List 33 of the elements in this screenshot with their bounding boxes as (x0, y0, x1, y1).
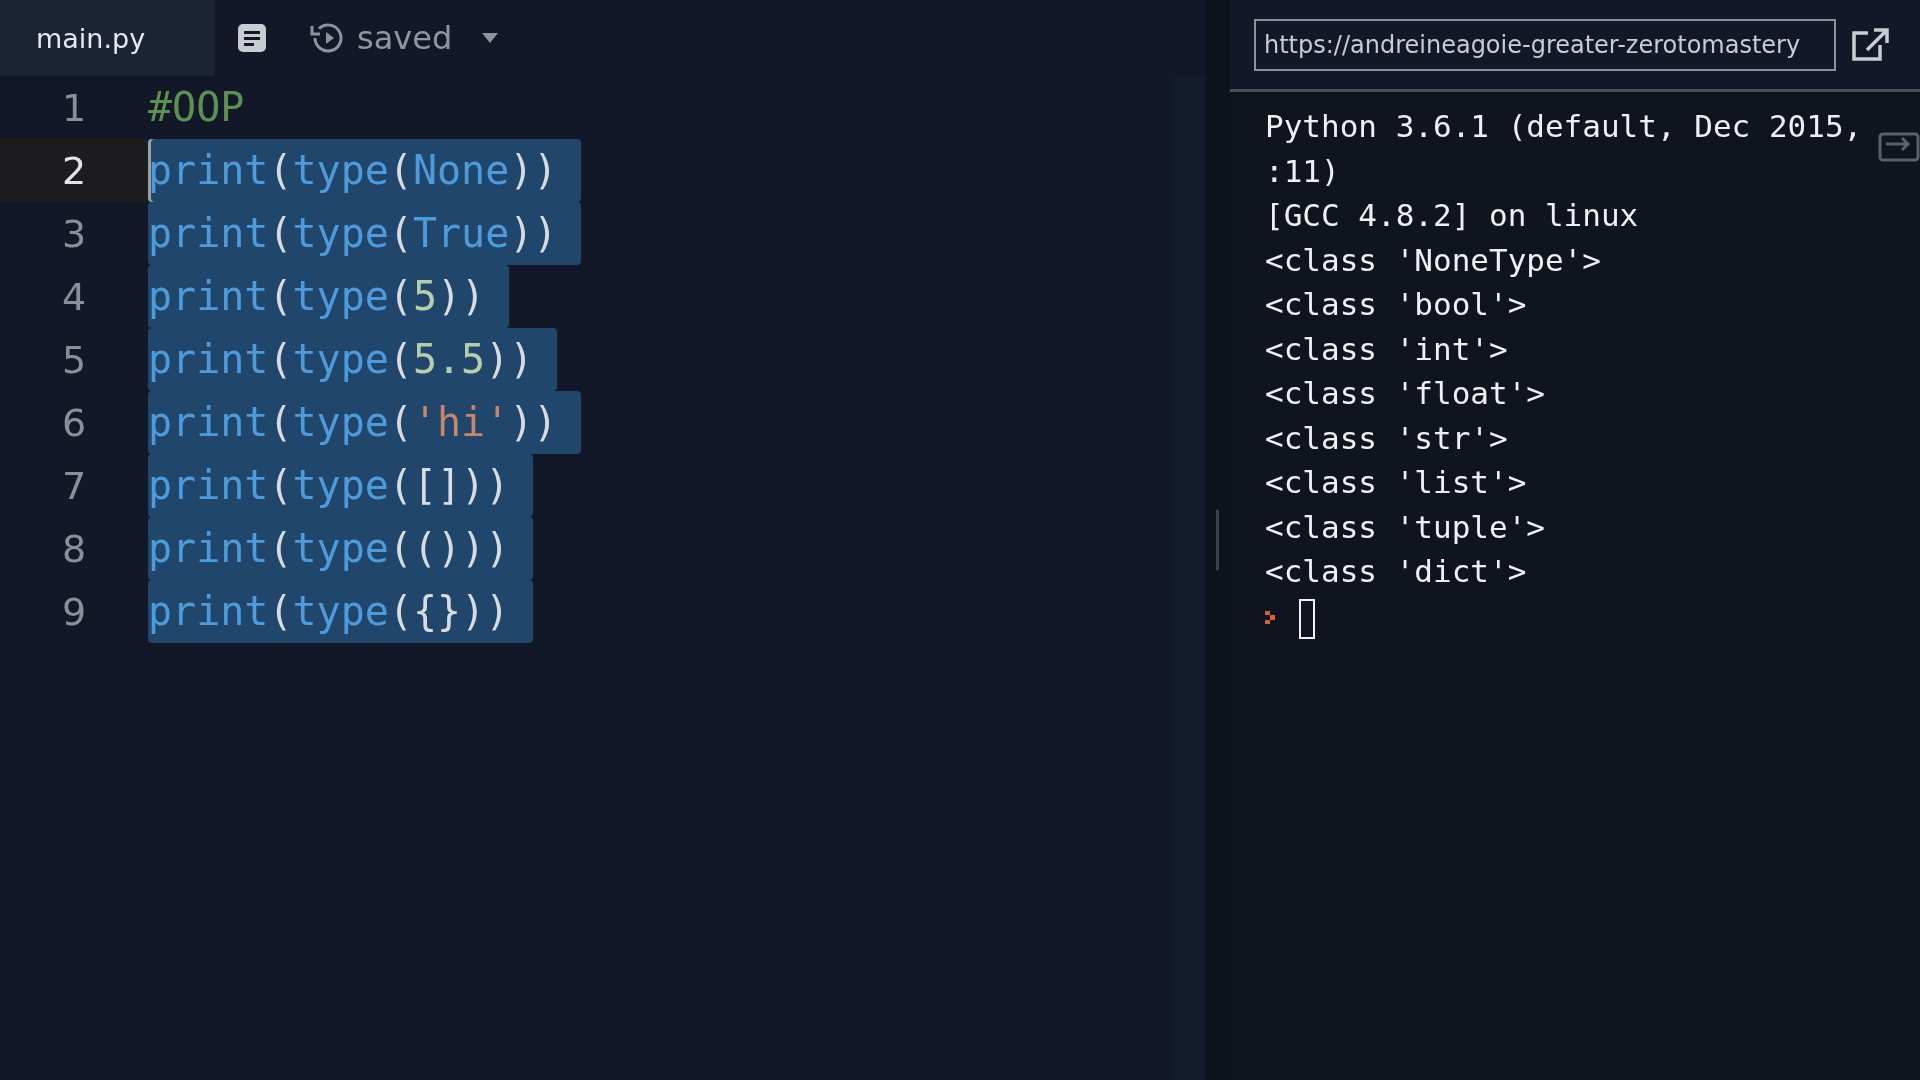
console-output-line: <class 'str'> (1265, 418, 1508, 458)
console-output-line: <class 'NoneType'> (1265, 240, 1601, 280)
resize-handle[interactable] (1216, 510, 1219, 570)
caret-icon (482, 33, 499, 43)
line-number: 9 (61, 588, 88, 636)
text-cursor (1299, 598, 1315, 639)
line-number: 4 (61, 273, 88, 321)
save-status: saved (357, 19, 453, 57)
line-number: 5 (61, 336, 88, 384)
line-number: 7 (61, 462, 88, 510)
file-tab[interactable]: main.py (0, 0, 215, 76)
document-icon (237, 23, 267, 53)
dropdown-button[interactable] (482, 33, 499, 43)
url-field[interactable]: https://andreineagoie-greater-zerotomastery (1254, 18, 1836, 71)
console-output-line: <class 'tuple'> (1265, 507, 1545, 547)
console-output-line: <class 'list'> (1265, 463, 1527, 502)
external-link-icon (1850, 26, 1890, 63)
console-output-line: <class 'int'> (1265, 329, 1508, 369)
line-number: 3 (61, 210, 88, 258)
line-number: 1 (61, 84, 88, 132)
console-output-line: <class 'float'> (1265, 374, 1545, 413)
line-number: 6 (61, 399, 88, 447)
files-button[interactable] (237, 23, 267, 53)
console-output-line: <class 'bool'> (1265, 285, 1527, 324)
line-number: 2 (0, 139, 148, 202)
console-output-line: [GCC 4.8.2] on linux (1265, 196, 1639, 235)
code-line: #OOP (148, 83, 246, 132)
line-number: 8 (61, 525, 88, 573)
console-output-line: :11) (1265, 151, 1340, 191)
console-output-line: <class 'dict'> (1265, 552, 1527, 591)
open-in-new-tab-button[interactable] (1850, 26, 1890, 63)
prompt-icon (1265, 610, 1277, 627)
console-output-line: Python 3.6.1 (default, Dec 2015, (1265, 107, 1863, 146)
